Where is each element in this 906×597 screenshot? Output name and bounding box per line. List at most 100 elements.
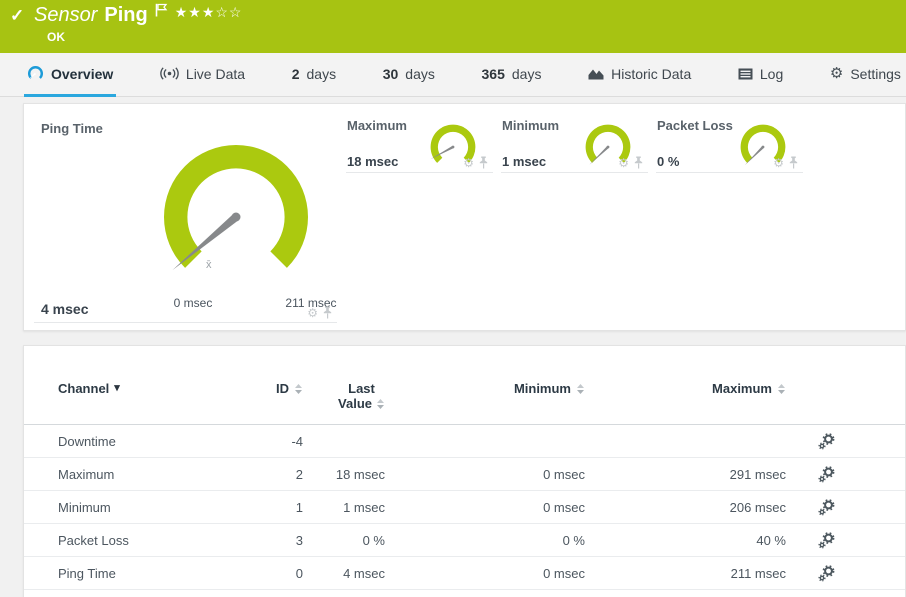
tab-2-days-label: days [307,66,337,82]
pin-icon[interactable] [788,156,799,169]
gauge-settings-gear-icon[interactable]: ⚙ [307,307,318,319]
ping-time-gauge [146,127,326,307]
table-header-row: Channel ▾ ID Last Value [24,379,905,425]
table-row-maximum[interactable]: Maximum 2 18 msec 0 msec 291 msec [24,458,905,491]
channel-id: 3 [233,533,303,548]
table-row-minimum[interactable]: Minimum 1 1 msec 0 msec 206 msec [24,491,905,524]
channel-name: Minimum [58,500,233,515]
sort-caret-icon: ▾ [114,381,120,396]
channel-minimum: 0 % [385,533,585,548]
ping-time-value: 4 msec [41,301,88,317]
table-row-ping-time[interactable]: Ping Time 0 4 msec 0 msec 211 msec [24,557,905,590]
gauge-min-label: 0 msec [162,296,224,310]
status-badge: OK [47,30,65,44]
mean-marker: x̄ [206,259,212,271]
column-header-last-value[interactable]: Last Value [303,381,385,411]
last-value-header-line1: Last [338,381,385,396]
id-header-label: ID [276,381,289,396]
channel-maximum: 40 % [585,533,786,548]
sensor-word: Sensor [34,4,97,27]
channel-last-value: 1 msec [303,500,385,515]
channel-table-panel: Channel ▾ ID Last Value [23,345,906,597]
gauge-icon [27,66,44,82]
tab-365-days[interactable]: 365 days [479,53,545,97]
tab-30-days[interactable]: 30 days [380,53,438,97]
channel-last-value: 4 msec [303,566,385,581]
channel-settings-icon[interactable] [818,565,835,582]
channel-settings-icon[interactable] [818,466,835,483]
ping-time-gauge-block: Ping Time x̄ 0 msec 211 msec 4 msec ⚙ [34,113,337,323]
gauge-settings-gear-icon[interactable]: ⚙ [463,157,474,169]
tab-2-days-number: 2 [292,66,300,82]
maximum-gauge-block: Maximum 18 msec ⚙ [346,113,493,173]
gear-icon: ⚙ [830,66,843,81]
page-title: Sensor Ping ★★★☆☆ [34,4,242,27]
tab-settings-label: Settings [850,66,901,82]
column-header-channel[interactable]: Channel ▾ [58,381,233,396]
sensor-name: Ping [104,4,147,27]
tab-historic-data-label: Historic Data [611,66,691,82]
gauges-panel: Ping Time x̄ 0 msec 211 msec 4 msec ⚙ Ma… [23,103,906,331]
pin-icon[interactable] [633,156,644,169]
channel-name: Maximum [58,467,233,482]
tab-log[interactable]: Log [735,53,786,97]
tab-log-label: Log [760,66,783,82]
channel-maximum: 291 msec [585,467,786,482]
tab-overview[interactable]: Overview [24,53,116,97]
column-header-maximum[interactable]: Maximum [585,381,786,396]
tab-30-days-label: days [405,66,435,82]
sensor-header-bar: ✓ Sensor Ping ★★★☆☆ OK [0,0,906,53]
packet-loss-value: 0 % [657,154,679,169]
tab-365-days-number: 365 [482,66,505,82]
sort-icon [376,398,385,410]
table-row-packet-loss[interactable]: Packet Loss 3 0 % 0 % 40 % [24,524,905,557]
tab-live-data[interactable]: Live Data [157,53,248,97]
minimum-value: 1 msec [502,154,546,169]
flag-icon[interactable] [155,0,168,23]
pin-icon[interactable] [478,156,489,169]
channel-name: Downtime [58,434,233,449]
channel-id: -4 [233,434,303,449]
sort-icon [294,383,303,395]
tab-settings[interactable]: ⚙ Settings [827,53,904,97]
channel-last-value: 0 % [303,533,385,548]
channel-maximum: 206 msec [585,500,786,515]
tab-overview-label: Overview [51,66,113,82]
ping-time-title: Ping Time [41,121,103,136]
column-header-id[interactable]: ID [233,381,303,396]
tab-30-days-number: 30 [383,66,399,82]
channel-minimum: 0 msec [385,500,585,515]
column-header-minimum[interactable]: Minimum [385,381,585,396]
minimum-header-label: Minimum [514,381,571,396]
tab-historic-data[interactable]: Historic Data [585,53,694,97]
tab-live-data-label: Live Data [186,66,245,82]
packet-loss-title: Packet Loss [657,118,733,133]
pin-icon[interactable] [322,306,333,319]
packet-loss-gauge-block: Packet Loss 0 % ⚙ [656,113,803,173]
priority-stars[interactable]: ★★★☆☆ [175,4,243,21]
minimum-gauge-block: Minimum 1 msec ⚙ [501,113,648,173]
broadcast-icon [160,67,179,80]
gauge-settings-gear-icon[interactable]: ⚙ [618,157,629,169]
sort-icon [576,383,585,395]
channel-maximum: 211 msec [585,566,786,581]
channel-header-label: Channel [58,381,109,396]
maximum-value: 18 msec [347,154,398,169]
tab-365-days-label: days [512,66,542,82]
tab-bar: Overview Live Data 2 days 30 days 365 da… [0,53,906,97]
channel-settings-icon[interactable] [818,532,835,549]
last-value-header-line2: Value [338,396,372,411]
channel-settings-icon[interactable] [818,433,835,450]
channel-id: 2 [233,467,303,482]
log-icon [738,68,753,80]
channel-minimum: 0 msec [385,566,585,581]
tab-2-days[interactable]: 2 days [289,53,339,97]
gauge-settings-gear-icon[interactable]: ⚙ [773,157,784,169]
channel-minimum: 0 msec [385,467,585,482]
maximum-title: Maximum [347,118,407,133]
table-row-downtime[interactable]: Downtime -4 [24,425,905,458]
sort-icon [777,383,786,395]
channel-table: Channel ▾ ID Last Value [24,379,905,590]
channel-settings-icon[interactable] [818,499,835,516]
channel-last-value: 18 msec [303,467,385,482]
